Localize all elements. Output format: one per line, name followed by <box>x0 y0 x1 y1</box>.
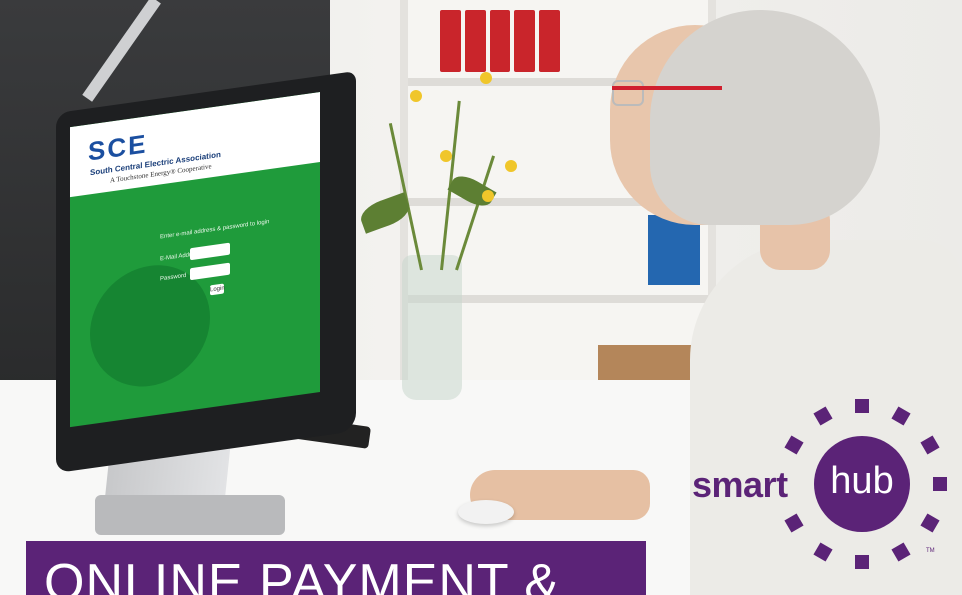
password-field <box>190 262 230 281</box>
blue-binder <box>648 215 700 285</box>
logo-ray <box>933 477 947 491</box>
logo-hub-circle: hub <box>814 436 910 532</box>
red-glasses <box>612 86 722 104</box>
headline-text: ONLINE PAYMENT & <box>44 554 560 595</box>
yellow-flower <box>410 90 422 102</box>
monitor-screen: SCE South Central Electric Association A… <box>70 91 320 428</box>
logo-ray <box>813 541 833 562</box>
smarthub-logo: smart hub TM <box>690 392 952 572</box>
yellow-flower <box>482 190 494 202</box>
logo-ray <box>891 541 911 562</box>
login-button: Login <box>210 283 225 296</box>
logo-ray <box>855 399 869 413</box>
login-prompt: Enter e-mail address & password to login <box>160 219 270 241</box>
photo-scene: SCE South Central Electric Association A… <box>0 0 962 595</box>
logo-ray <box>919 513 940 533</box>
logo-ray <box>891 406 911 426</box>
red-binders <box>440 10 560 72</box>
yellow-flower <box>440 150 452 162</box>
screen-header: SCE South Central Electric Association A… <box>70 91 320 198</box>
computer-monitor: SCE South Central Electric Association A… <box>56 70 356 474</box>
logo-hub-text: hub <box>830 460 894 502</box>
monitor-base <box>95 495 285 535</box>
logo-ray <box>919 435 940 455</box>
trademark-mark: TM <box>926 548 935 554</box>
glass-vase <box>402 255 462 400</box>
yellow-flower <box>505 160 517 172</box>
email-field <box>190 242 230 261</box>
logo-ray <box>813 406 833 426</box>
headline-banner: ONLINE PAYMENT & <box>26 541 646 595</box>
logo-smart-text: smart <box>692 464 788 505</box>
logo-ray <box>784 435 804 455</box>
logo-ray <box>855 555 869 569</box>
logo-ray <box>784 513 804 533</box>
computer-mouse <box>458 500 514 524</box>
yellow-flower <box>480 72 492 84</box>
